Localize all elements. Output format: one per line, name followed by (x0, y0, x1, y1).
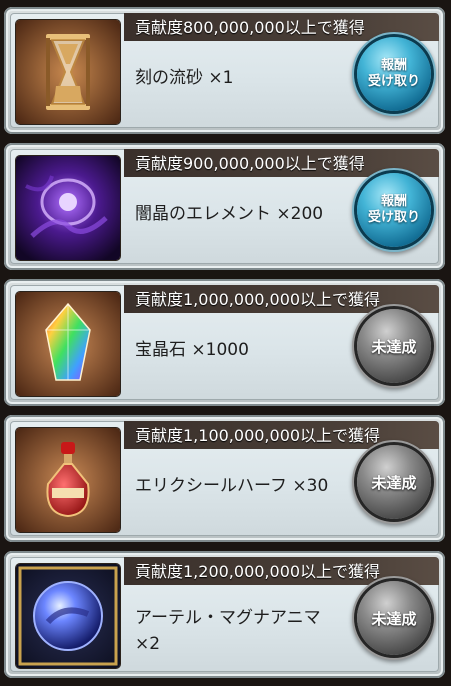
not-achieved-button[interactable]: 未達成 (357, 445, 431, 519)
claim-reward-button[interactable]: 報酬 受け取り (357, 37, 431, 111)
claim-reward-button[interactable]: 報酬 受け取り (357, 173, 431, 247)
claim-button-label-line1: 報酬 (380, 194, 407, 209)
elixir-icon (16, 428, 120, 532)
hourglass-icon (16, 20, 120, 124)
reward-item-quantity: ×2 (135, 634, 161, 654)
claim-button-label-line2: 受け取り (367, 210, 420, 225)
not-achieved-label: 未達成 (371, 337, 417, 356)
magna-anima-orb-icon (16, 564, 120, 668)
reward-condition: 貢献度1,000,000,000以上で獲得 (135, 290, 381, 309)
reward-list: 貢献度800,000,000以上で獲得 刻の流砂 ×1 報酬 受け取り 貢献度9… (0, 0, 451, 686)
dark-element-icon (16, 156, 120, 260)
reward-card: 貢献度1,000,000,000以上で獲得 宝晶石 ×1000 未達成 (4, 279, 445, 406)
reward-card: 貢献度800,000,000以上で獲得 刻の流砂 ×1 報酬 受け取り (4, 7, 445, 134)
reward-item-name: エリクシールハーフ ×30 (135, 476, 329, 496)
not-achieved-label: 未達成 (371, 609, 417, 628)
crystal-icon (16, 292, 120, 396)
reward-card: 貢献度1,100,000,000以上で獲得 エリクシールハーフ ×30 未達成 (4, 415, 445, 542)
not-achieved-button[interactable]: 未達成 (357, 309, 431, 383)
reward-card: 貢献度1,200,000,000以上で獲得 アーテル・マグナアニマ ×2 未達成 (4, 551, 445, 678)
reward-item-name: 宝晶石 ×1000 (135, 340, 249, 360)
not-achieved-label: 未達成 (371, 473, 417, 492)
not-achieved-button[interactable]: 未達成 (357, 581, 431, 655)
claim-button-label-line2: 受け取り (367, 74, 420, 89)
reward-card: 貢献度900,000,000以上で獲得 闇晶のエレメント ×200 報酬 受け取… (4, 143, 445, 270)
reward-condition: 貢献度1,100,000,000以上で獲得 (135, 426, 381, 445)
reward-condition: 貢献度800,000,000以上で獲得 (135, 18, 365, 37)
reward-item-name: 刻の流砂 ×1 (135, 68, 234, 88)
reward-item-name: 闇晶のエレメント ×200 (135, 204, 324, 224)
reward-condition: 貢献度1,200,000,000以上で獲得 (135, 562, 381, 581)
claim-button-label-line1: 報酬 (380, 58, 407, 73)
reward-condition: 貢献度900,000,000以上で獲得 (135, 154, 365, 173)
reward-item-name: アーテル・マグナアニマ (135, 608, 321, 628)
